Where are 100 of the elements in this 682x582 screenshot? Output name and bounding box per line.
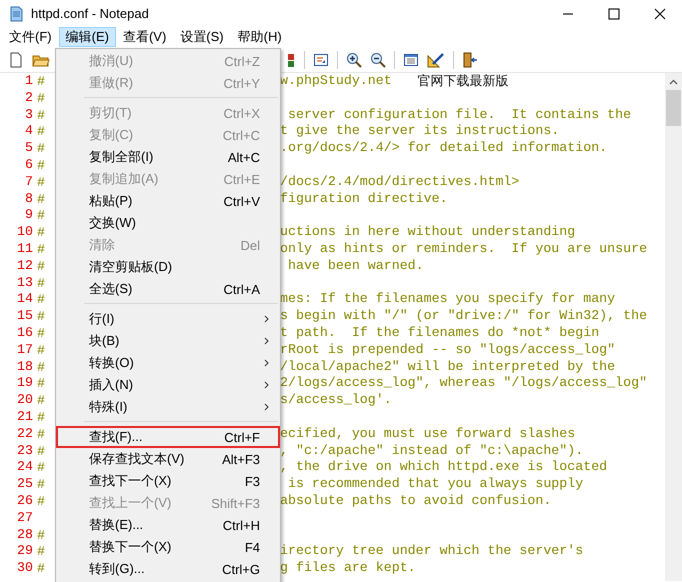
comment-mark: # xyxy=(37,192,45,207)
comment-mark: # xyxy=(37,342,45,358)
comment-mark: # xyxy=(37,393,45,408)
comment-mark: # xyxy=(37,141,45,156)
code-text: s/access_log'. xyxy=(280,392,392,409)
menu-item[interactable]: 替换下一个(X) F4 xyxy=(56,536,280,558)
menu-item[interactable]: 粘贴(P) Ctrl+V xyxy=(56,190,280,212)
menu-item[interactable]: 清空剪贴板(D) xyxy=(56,256,280,278)
window-title: httpd.conf - Notepad xyxy=(31,6,149,21)
menu-item[interactable]: 行(I) xyxy=(56,308,280,330)
code-text: /docs/2.4/mod/directives.html> xyxy=(280,174,520,191)
line-number: 26 xyxy=(16,492,33,510)
list-window-icon[interactable] xyxy=(403,52,419,68)
line-number: 3 xyxy=(24,106,33,124)
code-text: .org/docs/2.4/> for detailed information. xyxy=(280,140,608,157)
menu-item[interactable]: 全选(S) Ctrl+A xyxy=(56,278,280,300)
scrollbar[interactable] xyxy=(665,73,682,581)
scroll-up-icon[interactable] xyxy=(669,79,678,85)
window-icon[interactable] xyxy=(313,52,329,68)
ruler-pencil-icon[interactable] xyxy=(427,52,445,68)
comment-mark: # xyxy=(37,326,45,341)
code-text: have been warned. xyxy=(286,258,424,275)
comment-mark: # xyxy=(37,360,45,375)
menu-item[interactable]: 查找下一个(X) F3 xyxy=(56,470,280,492)
comment-mark: # xyxy=(37,444,45,459)
line-number: 27 xyxy=(16,510,33,527)
line-number: 15 xyxy=(16,308,33,325)
menu-item[interactable]: 保存查找文本(V) Alt+F3 xyxy=(56,448,280,470)
code-text: is recommended that you always supply xyxy=(286,476,584,493)
code-text: rRoot is prepended -- so "logs/access_log" xyxy=(280,342,616,359)
code-text: w.phpStudy.net xyxy=(280,73,392,90)
comment-mark: # xyxy=(37,561,45,576)
code-text: s begin with "/" (or "drive:/" for Win32), the xyxy=(280,308,648,325)
code-text: uctions in here without understanding xyxy=(280,224,576,241)
menu-item[interactable]: 块(B) xyxy=(56,330,280,352)
code-text: figuration directive. xyxy=(280,190,448,208)
line-number: 10 xyxy=(16,224,33,241)
line-number: 7 xyxy=(24,174,33,191)
code-text: /local/apache2" will be interpreted by the xyxy=(280,358,616,376)
line-number: 11 xyxy=(16,240,33,258)
line-number: 18 xyxy=(16,358,33,376)
zoom-in-icon[interactable] xyxy=(346,52,362,68)
scroll-thumb[interactable] xyxy=(666,90,681,126)
comment-mark: # xyxy=(37,276,45,291)
comment-mark: # xyxy=(37,410,45,425)
close-icon[interactable] xyxy=(654,8,666,20)
comment-mark: # xyxy=(37,258,45,274)
new-file-icon[interactable] xyxy=(8,52,24,68)
code-text: absolute paths to avoid confusion. xyxy=(280,492,552,510)
menu-title[interactable]: 文件(F) xyxy=(2,27,59,47)
menu-title[interactable]: 查看(V) xyxy=(116,27,174,47)
line-number: 4 xyxy=(24,123,33,140)
menu-title[interactable]: 设置(S) xyxy=(173,27,231,47)
line-number: 13 xyxy=(16,274,33,292)
line-number: 16 xyxy=(16,324,33,342)
menu-item[interactable]: 转到(G)... Ctrl+G xyxy=(56,558,280,580)
code-text: , the drive on which httpd.exe is located xyxy=(280,459,608,476)
line-number: 12 xyxy=(16,258,33,275)
line-number: 9 xyxy=(24,207,33,224)
comment-mark: # xyxy=(37,309,45,324)
menu-title[interactable]: 编辑(E) xyxy=(58,27,116,47)
line-number: 30 xyxy=(16,560,33,577)
line-number: 22 xyxy=(16,426,33,443)
line-number: 21 xyxy=(16,408,33,426)
comment-mark: # xyxy=(37,225,45,240)
menu-title[interactable]: 帮助(H) xyxy=(230,27,289,47)
menu-item[interactable]: 插入(N) xyxy=(56,374,280,396)
notepad-icon xyxy=(9,6,23,22)
line-number: 8 xyxy=(24,190,33,208)
maximize-icon[interactable] xyxy=(608,8,620,20)
comment-mark: # xyxy=(37,174,45,190)
line-number: 25 xyxy=(16,476,33,493)
code-text: only as hints or reminders. If you are unsure xyxy=(280,240,648,258)
comment-mark: # xyxy=(37,108,45,123)
code-text: g files are kept. xyxy=(280,560,416,577)
comment-mark: # xyxy=(37,208,45,224)
comment-mark: # xyxy=(37,528,45,543)
line-number: 28 xyxy=(16,526,33,544)
menu-item[interactable]: 查找(F)... Ctrl+F xyxy=(56,426,280,448)
code-text: ecified, you must use forward slashes xyxy=(280,426,576,443)
menu-item[interactable]: 特殊(I) xyxy=(56,396,280,418)
code-text: irectory tree under which the server's xyxy=(280,543,584,560)
comment-mark: # xyxy=(37,376,45,392)
comment-mark: # xyxy=(37,477,45,492)
menu-item[interactable]: 复制全部(I) Alt+C xyxy=(56,146,280,168)
comment-mark: # xyxy=(37,494,45,509)
comment-mark: # xyxy=(37,124,45,140)
line-number: 29 xyxy=(16,543,33,560)
code-text: t give the server its instructions. xyxy=(280,123,560,140)
comment-mark: # xyxy=(37,158,45,173)
line-number: 5 xyxy=(24,140,33,157)
line-number: 6 xyxy=(24,156,33,174)
line-number: 1 xyxy=(24,73,33,90)
zoom-out-icon[interactable] xyxy=(370,52,386,68)
comment-mark: # xyxy=(37,90,45,106)
exit-door-icon[interactable] xyxy=(462,52,478,68)
menu-item[interactable]: 转换(O) xyxy=(56,352,280,374)
comment-mark: # xyxy=(37,460,45,476)
menu-item[interactable]: 交换(W) xyxy=(56,212,280,234)
menu-item[interactable]: 替换(E)... Ctrl+H xyxy=(56,514,280,536)
